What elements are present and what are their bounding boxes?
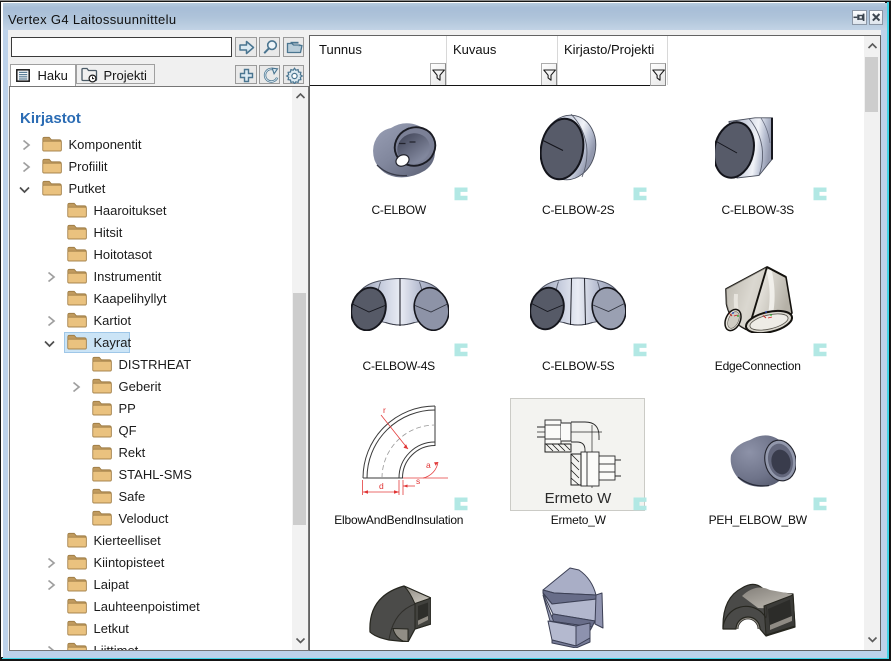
svg-text:r: r	[383, 405, 386, 415]
svg-text:a: a	[426, 460, 431, 470]
svg-text:s: s	[416, 476, 420, 486]
svg-text:Ermeto W: Ermeto W	[545, 490, 613, 507]
svg-text:d: d	[379, 481, 384, 491]
